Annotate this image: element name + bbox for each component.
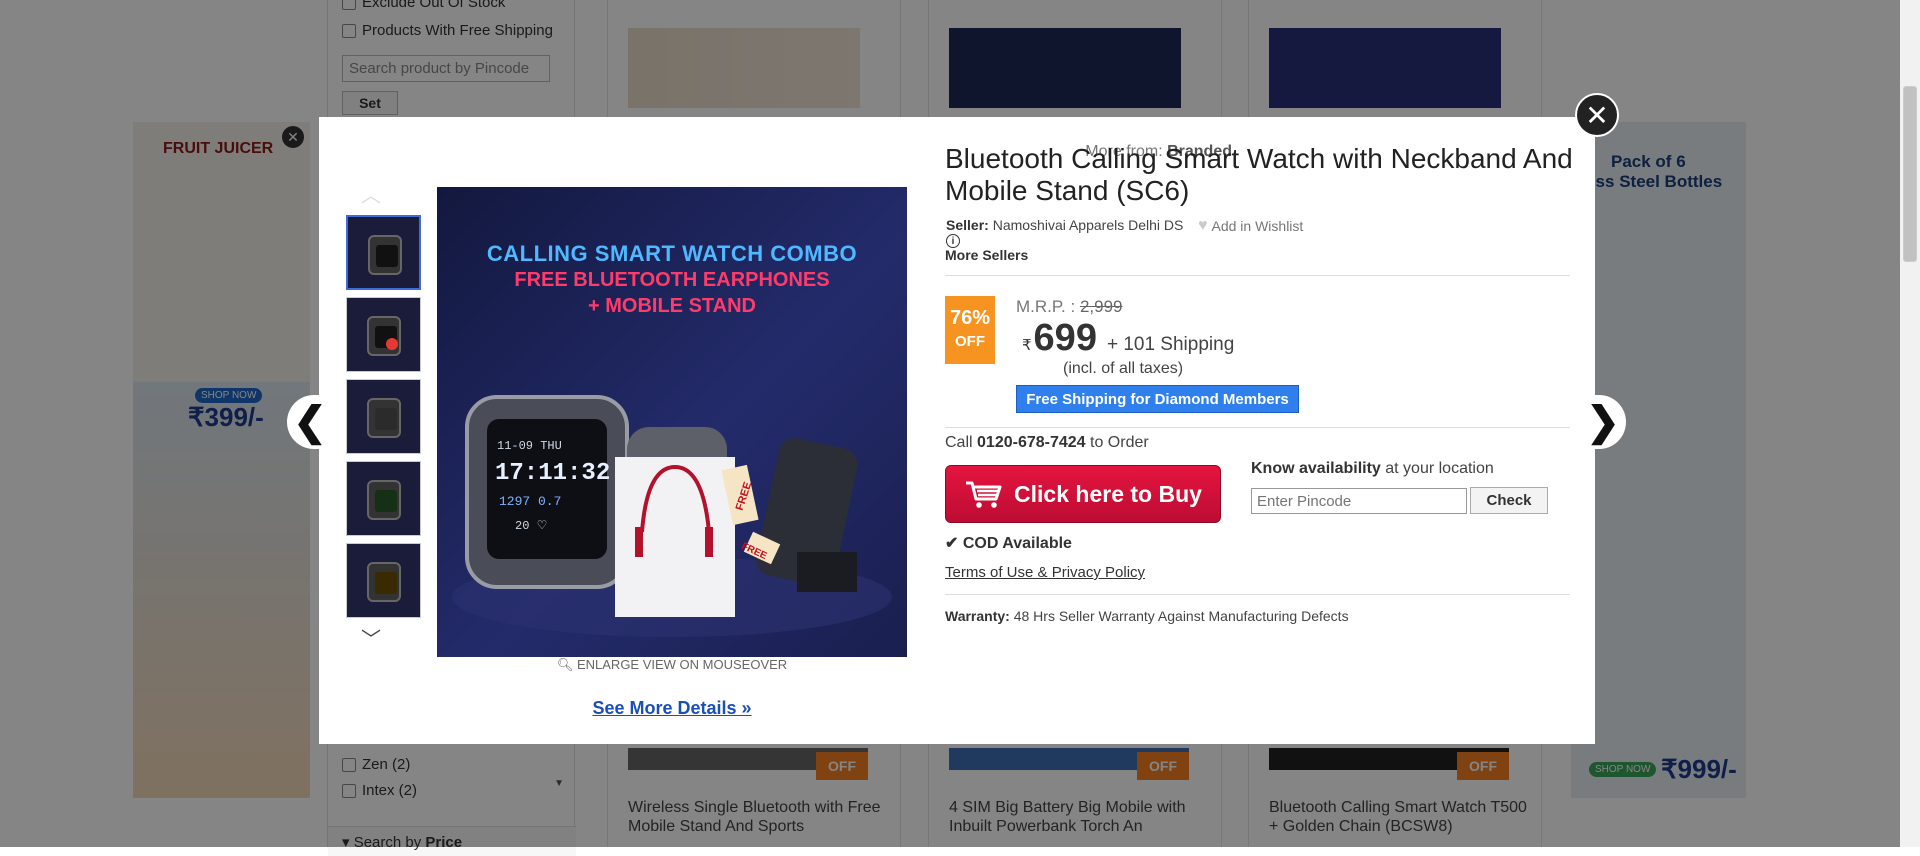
thumbnail-4[interactable]	[346, 461, 421, 536]
svg-text:11-09 THU: 11-09 THU	[497, 439, 562, 453]
divider	[945, 427, 1570, 428]
seller-name[interactable]: Namoshivai Apparels Delhi DS	[993, 217, 1184, 233]
quick-view-modal: More from: Branded ︿ ﹀ CALLING SMART WAT…	[319, 117, 1595, 744]
warranty: Warranty: 48 Hrs Seller Warranty Against…	[945, 608, 1349, 624]
next-product-arrow[interactable]: ❯	[1580, 395, 1626, 449]
page-scrollbar[interactable]	[1900, 0, 1920, 847]
info-icon[interactable]: i	[946, 234, 960, 248]
scrollbar-thumb[interactable]	[1903, 86, 1917, 262]
price: ₹ 699 + 101 Shipping	[1022, 317, 1235, 359]
thumbnail-3[interactable]	[346, 379, 421, 454]
see-more-details-link[interactable]: See More Details »	[437, 698, 907, 719]
enlarge-hint: 🔍︎ ENLARGE VIEW ON MOUSEOVER	[556, 657, 788, 672]
main-product-image[interactable]: CALLING SMART WATCH COMBO FREE BLUETOOTH…	[437, 187, 907, 657]
thumbnail-2[interactable]	[346, 297, 421, 372]
heart-icon: ♥	[1198, 217, 1208, 234]
svg-text:20 ♡: 20 ♡	[515, 519, 547, 533]
checkmark-icon: ✔	[945, 535, 959, 552]
incl-taxes: (incl. of all taxes)	[1063, 360, 1184, 377]
thumbnail-list	[346, 215, 422, 625]
availability-label: Know availability at your location	[1251, 460, 1494, 477]
chevron-down-icon[interactable]: ﹀	[353, 623, 389, 652]
product-illustration: 11-09 THU 17:11:32 1297 0.7 20 ♡ FREE FR…	[452, 395, 892, 637]
cart-icon	[966, 481, 1002, 508]
buy-button[interactable]: Click here to Buy	[945, 465, 1221, 523]
rupee-icon: ₹	[1022, 337, 1032, 354]
phone-number[interactable]: 0120-678-7424	[977, 434, 1086, 451]
divider	[945, 275, 1570, 276]
seller-info: Seller: Namoshivai Apparels Delhi DS	[946, 217, 1184, 233]
discount-badge: 76% OFF	[945, 296, 995, 364]
thumbnail-5[interactable]	[346, 543, 421, 618]
close-icon[interactable]: ✕	[1575, 93, 1619, 137]
divider	[945, 594, 1570, 595]
terms-link[interactable]: Terms of Use & Privacy Policy	[945, 564, 1145, 581]
call-to-order: Call 0120-678-7424 to Order	[945, 434, 1149, 451]
magnifier-icon: 🔍︎	[556, 657, 574, 672]
product-title: Bluetooth Calling Smart Watch with Neckb…	[945, 143, 1573, 206]
cod-available: ✔ COD Available	[945, 535, 1072, 552]
thumbnail-1[interactable]	[346, 215, 421, 290]
chevron-up-icon[interactable]: ︿	[353, 179, 389, 208]
mrp: M.R.P. : 2,999	[1016, 297, 1123, 316]
svg-text:1297 0.7: 1297 0.7	[499, 494, 561, 509]
add-to-wishlist[interactable]: ♥ Add in Wishlist	[1198, 217, 1303, 235]
check-button[interactable]: Check	[1470, 487, 1548, 514]
pincode-input[interactable]	[1251, 488, 1467, 514]
more-sellers-link[interactable]: More Sellers	[945, 247, 1028, 263]
previous-product-arrow[interactable]: ❮	[287, 395, 333, 449]
svg-text:17:11:32: 17:11:32	[495, 460, 610, 487]
free-shipping-badge[interactable]: Free Shipping for Diamond Members	[1016, 385, 1299, 413]
